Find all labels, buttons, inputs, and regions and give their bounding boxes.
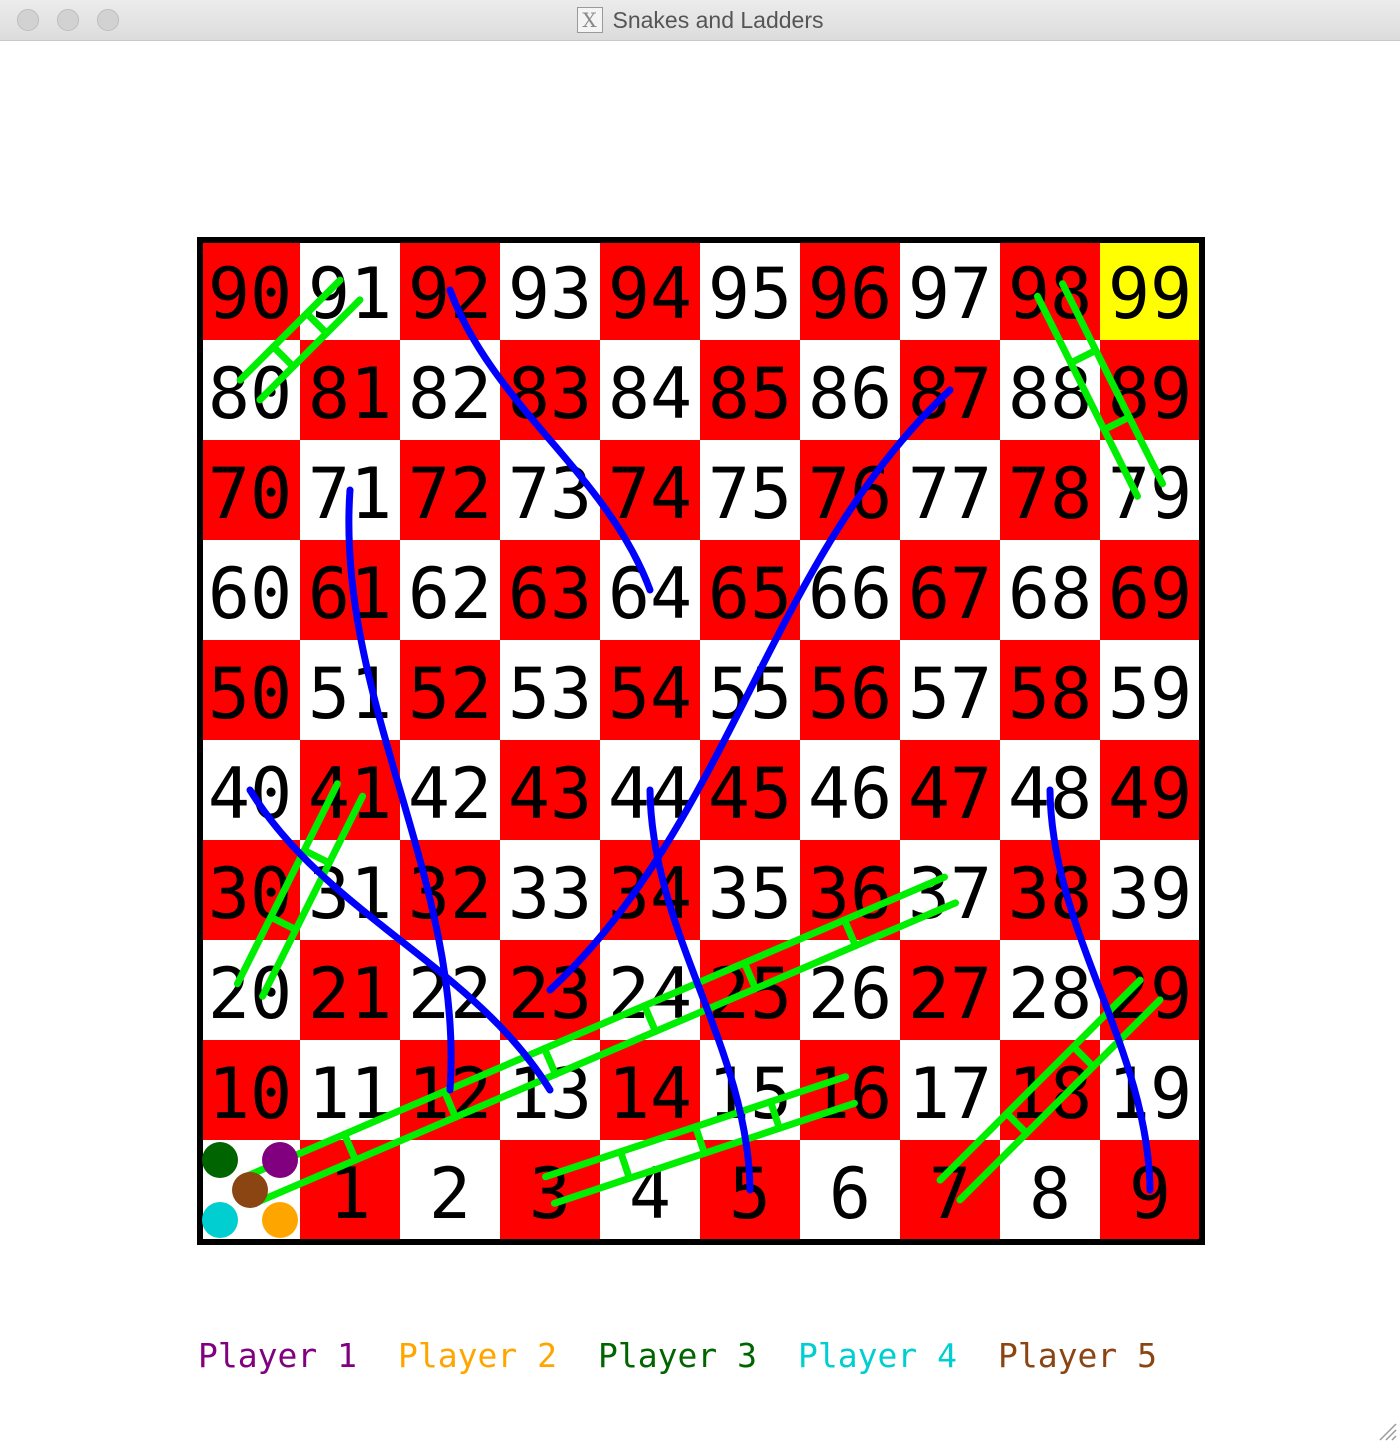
board-squares: 1 2 3 4 5 6 7 8 910 11 12 13 14 15 16 17 18 1920 21 22 23 24 2…	[200, 240, 1200, 1240]
resize-grip-icon[interactable]	[1374, 1418, 1398, 1442]
square-number-6: 6	[829, 1153, 871, 1235]
player-1-token	[262, 1142, 298, 1178]
square-number-85: 85	[708, 353, 792, 435]
square-number-26: 26	[808, 953, 892, 1035]
square-number-83: 83	[508, 353, 592, 435]
square-number-69: 69	[1108, 553, 1192, 635]
square-number-56: 56	[808, 653, 892, 735]
game-canvas[interactable]: 1 2 3 4 5 6 7 8 910 11 12 13 14 15 16 17 18 1920 21 22 23 24 2…	[0, 0, 1400, 1444]
square-number-28: 28	[1008, 953, 1092, 1035]
square-number-65: 65	[708, 553, 792, 635]
square-number-90: 90	[208, 253, 292, 335]
square-number-82: 82	[408, 353, 492, 435]
square-number-58: 58	[1008, 653, 1092, 735]
square-number-75: 75	[708, 453, 792, 535]
square-number-99: 99	[1108, 253, 1192, 335]
square-number-54: 54	[608, 653, 692, 735]
square-number-36: 36	[808, 853, 892, 935]
square-number-72: 72	[408, 453, 492, 535]
player-legend: Player 1 Player 2 Player 3 Player 4 Play…	[198, 1334, 1198, 1378]
square-number-17: 17	[908, 1053, 992, 1135]
player-2-token	[262, 1202, 298, 1238]
square-number-60: 60	[208, 553, 292, 635]
square-number-66: 66	[808, 553, 892, 635]
square-number-86: 86	[808, 353, 892, 435]
square-number-29: 29	[1108, 953, 1192, 1035]
square-number-49: 49	[1108, 753, 1192, 835]
square-number-74: 74	[608, 453, 692, 535]
square-number-16: 16	[808, 1053, 892, 1135]
square-number-94: 94	[608, 253, 692, 335]
square-number-46: 46	[808, 753, 892, 835]
square-number-84: 84	[608, 353, 692, 435]
player-3-token	[202, 1142, 238, 1178]
square-number-77: 77	[908, 453, 992, 535]
square-number-73: 73	[508, 453, 592, 535]
square-number-3: 3	[529, 1153, 571, 1235]
square-number-93: 93	[508, 253, 592, 335]
square-number-68: 68	[1008, 553, 1092, 635]
square-number-59: 59	[1108, 653, 1192, 735]
square-number-2: 2	[429, 1153, 471, 1235]
square-number-10: 10	[208, 1053, 292, 1135]
square-number-39: 39	[1108, 853, 1192, 935]
square-number-57: 57	[908, 653, 992, 735]
square-number-47: 47	[908, 753, 992, 835]
square-number-14: 14	[608, 1053, 692, 1135]
square-number-27: 27	[908, 953, 992, 1035]
square-number-88: 88	[1008, 353, 1092, 435]
square-number-42: 42	[408, 753, 492, 835]
square-number-38: 38	[1008, 853, 1092, 935]
square-number-33: 33	[508, 853, 592, 935]
square-number-96: 96	[808, 253, 892, 335]
player-3-label: Player 3	[598, 1336, 757, 1375]
player-5-label: Player 5	[998, 1336, 1157, 1375]
square-number-37: 37	[908, 853, 992, 935]
player-5-token	[232, 1172, 268, 1208]
square-number-8: 8	[1029, 1153, 1071, 1235]
square-number-78: 78	[1008, 453, 1092, 535]
square-number-70: 70	[208, 453, 292, 535]
square-number-50: 50	[208, 653, 292, 735]
square-number-53: 53	[508, 653, 592, 735]
square-number-81: 81	[308, 353, 392, 435]
square-number-43: 43	[508, 753, 592, 835]
player-4-label: Player 4	[798, 1336, 957, 1375]
square-number-67: 67	[908, 553, 992, 635]
square-number-19: 19	[1108, 1053, 1192, 1135]
square-number-52: 52	[408, 653, 492, 735]
square-number-64: 64	[608, 553, 692, 635]
player-4-token	[202, 1202, 238, 1238]
player-2-label: Player 2	[398, 1336, 557, 1375]
square-number-45: 45	[708, 753, 792, 835]
player-1-label: Player 1	[198, 1336, 357, 1375]
square-number-95: 95	[708, 253, 792, 335]
square-number-97: 97	[908, 253, 992, 335]
square-number-21: 21	[308, 953, 392, 1035]
square-number-35: 35	[708, 853, 792, 935]
square-number-63: 63	[508, 553, 592, 635]
square-number-62: 62	[408, 553, 492, 635]
